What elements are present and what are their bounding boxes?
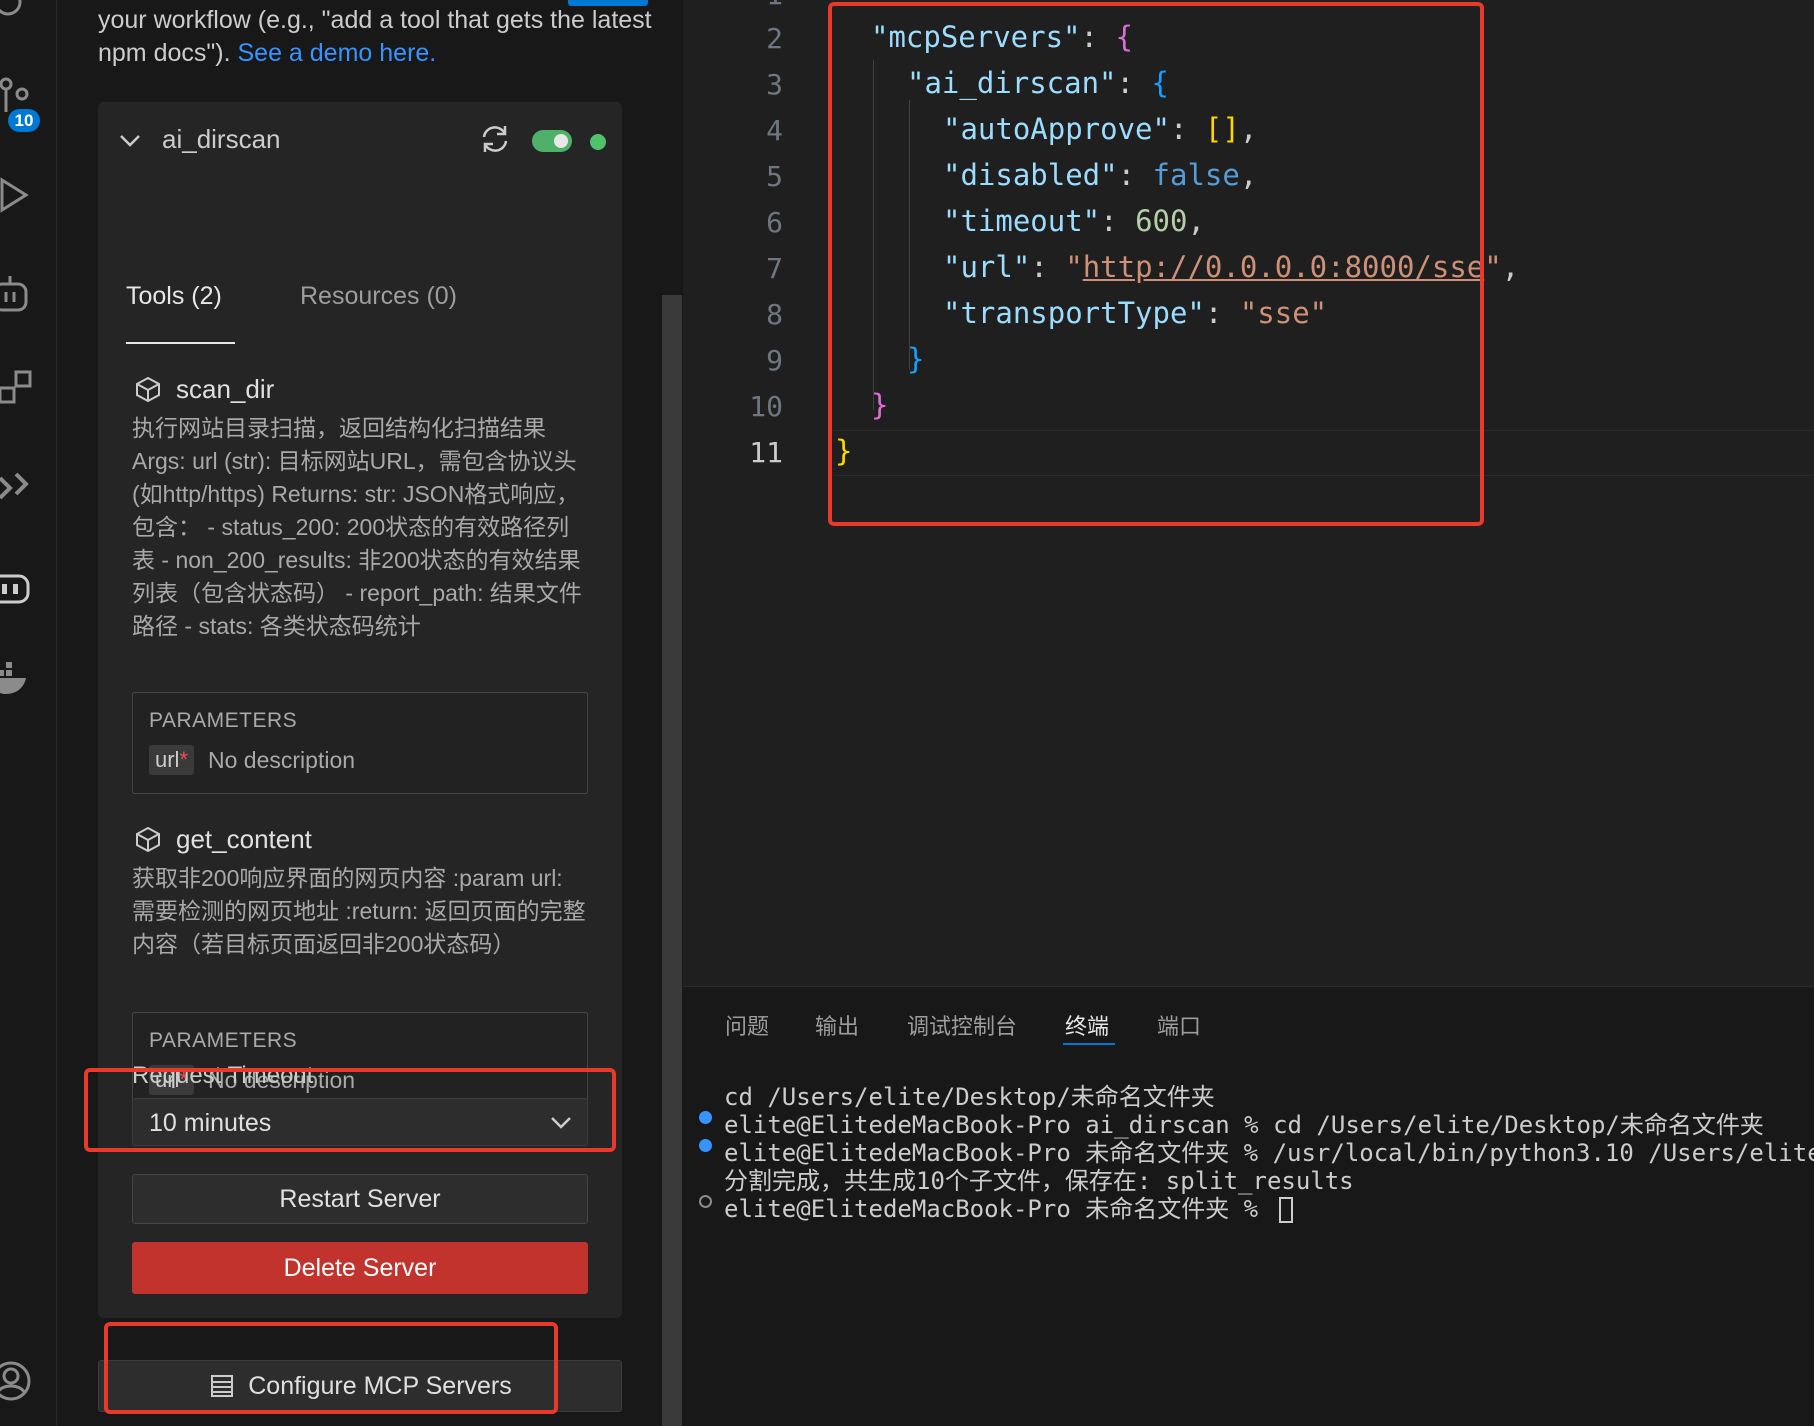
tool-name: get_content	[176, 823, 312, 854]
run-debug-icon[interactable]	[0, 170, 36, 220]
restart-server-button[interactable]: Restart Server	[132, 1174, 588, 1224]
line-number: 1	[683, 0, 783, 11]
line-number-current: 11	[749, 436, 783, 469]
terminal-prompt-line[interactable]: elite@ElitedeMacBook-Pro 未命名文件夹 %	[724, 1189, 1293, 1224]
line-number: 4	[766, 114, 783, 147]
highlight-timeout-box	[84, 1068, 616, 1152]
line-number: 8	[766, 298, 783, 331]
copilot-icon[interactable]	[0, 562, 36, 612]
intro-text: your workflow (e.g., "add a tool that ge…	[98, 6, 652, 67]
tool-title: get_content	[134, 822, 312, 856]
panel-tab-ports[interactable]: 端口	[1157, 1009, 1201, 1041]
server-status-dot	[590, 134, 606, 150]
search-icon[interactable]	[0, 0, 36, 30]
line-number: 5	[766, 160, 783, 193]
highlight-code-box	[828, 2, 1484, 526]
remote-icon[interactable]	[0, 460, 36, 510]
panel-tab-terminal[interactable]: 终端	[1065, 1009, 1109, 1041]
docker-icon[interactable]	[0, 654, 36, 704]
tool-name: scan_dir	[176, 373, 275, 404]
param-description: No description	[208, 746, 356, 773]
robot-icon[interactable]	[0, 270, 36, 320]
parameters-label: PARAMETERS	[149, 1029, 298, 1052]
line-number: 9	[766, 344, 783, 377]
command-success-dot	[699, 1111, 712, 1124]
panel-tab-debug-console[interactable]: 调试控制台	[907, 1009, 1017, 1041]
parameters-label: PARAMETERS	[149, 709, 298, 732]
tool-description: 获取非200响应界面的网页内容 :param url: 需要检测的网页地址 :r…	[132, 865, 586, 957]
command-success-dot	[699, 1139, 712, 1152]
line-number: 6	[766, 206, 783, 239]
command-pending-dot	[699, 1195, 712, 1208]
bottom-panel: 问题 输出 调试控制台 终端 端口 cd /Users/elite/Deskto…	[683, 986, 1814, 1426]
line-number: 2	[766, 22, 783, 55]
account-icon[interactable]	[0, 1356, 36, 1406]
server-name: ai_dirscan	[162, 124, 281, 154]
delete-server-button[interactable]: Delete Server	[132, 1242, 588, 1294]
highlight-configure-box	[104, 1322, 558, 1414]
tool-title: scan_dir	[134, 372, 274, 406]
line-number: 7	[766, 252, 783, 285]
source-control-badge: 10	[6, 107, 42, 134]
server-enabled-toggle[interactable]	[532, 130, 572, 152]
server-header[interactable]: ai_dirscan	[98, 102, 622, 178]
parameters-box: PARAMETERS url* No description	[132, 692, 588, 794]
refresh-icon[interactable]	[478, 122, 512, 156]
chevron-down-icon[interactable]	[118, 128, 142, 152]
sidebar-scrollbar[interactable]	[662, 295, 682, 1426]
param-row: url* No description	[149, 745, 355, 775]
tab-resources[interactable]: Resources (0)	[300, 282, 457, 311]
active-panel-tab-underline	[1063, 1043, 1115, 1045]
tab-tools[interactable]: Tools (2)	[126, 282, 222, 311]
extensions-icon[interactable]	[0, 364, 36, 414]
param-chip: url*	[149, 745, 195, 775]
cube-icon	[136, 376, 160, 403]
demo-link[interactable]: See a demo here.	[238, 39, 437, 67]
tool-description: 执行网站目录扫描，返回结构化扫描结果 Args: url (str): 目标网站…	[132, 415, 582, 639]
cube-icon	[136, 826, 160, 853]
line-number: 10	[749, 390, 783, 423]
panel-tab-output[interactable]: 输出	[815, 1009, 859, 1041]
line-number: 3	[766, 68, 783, 101]
activity-bar: 10	[0, 0, 57, 1426]
terminal-cursor	[1278, 1197, 1293, 1223]
panel-tab-problems[interactable]: 问题	[725, 1009, 769, 1041]
active-tab-underline	[126, 342, 235, 344]
